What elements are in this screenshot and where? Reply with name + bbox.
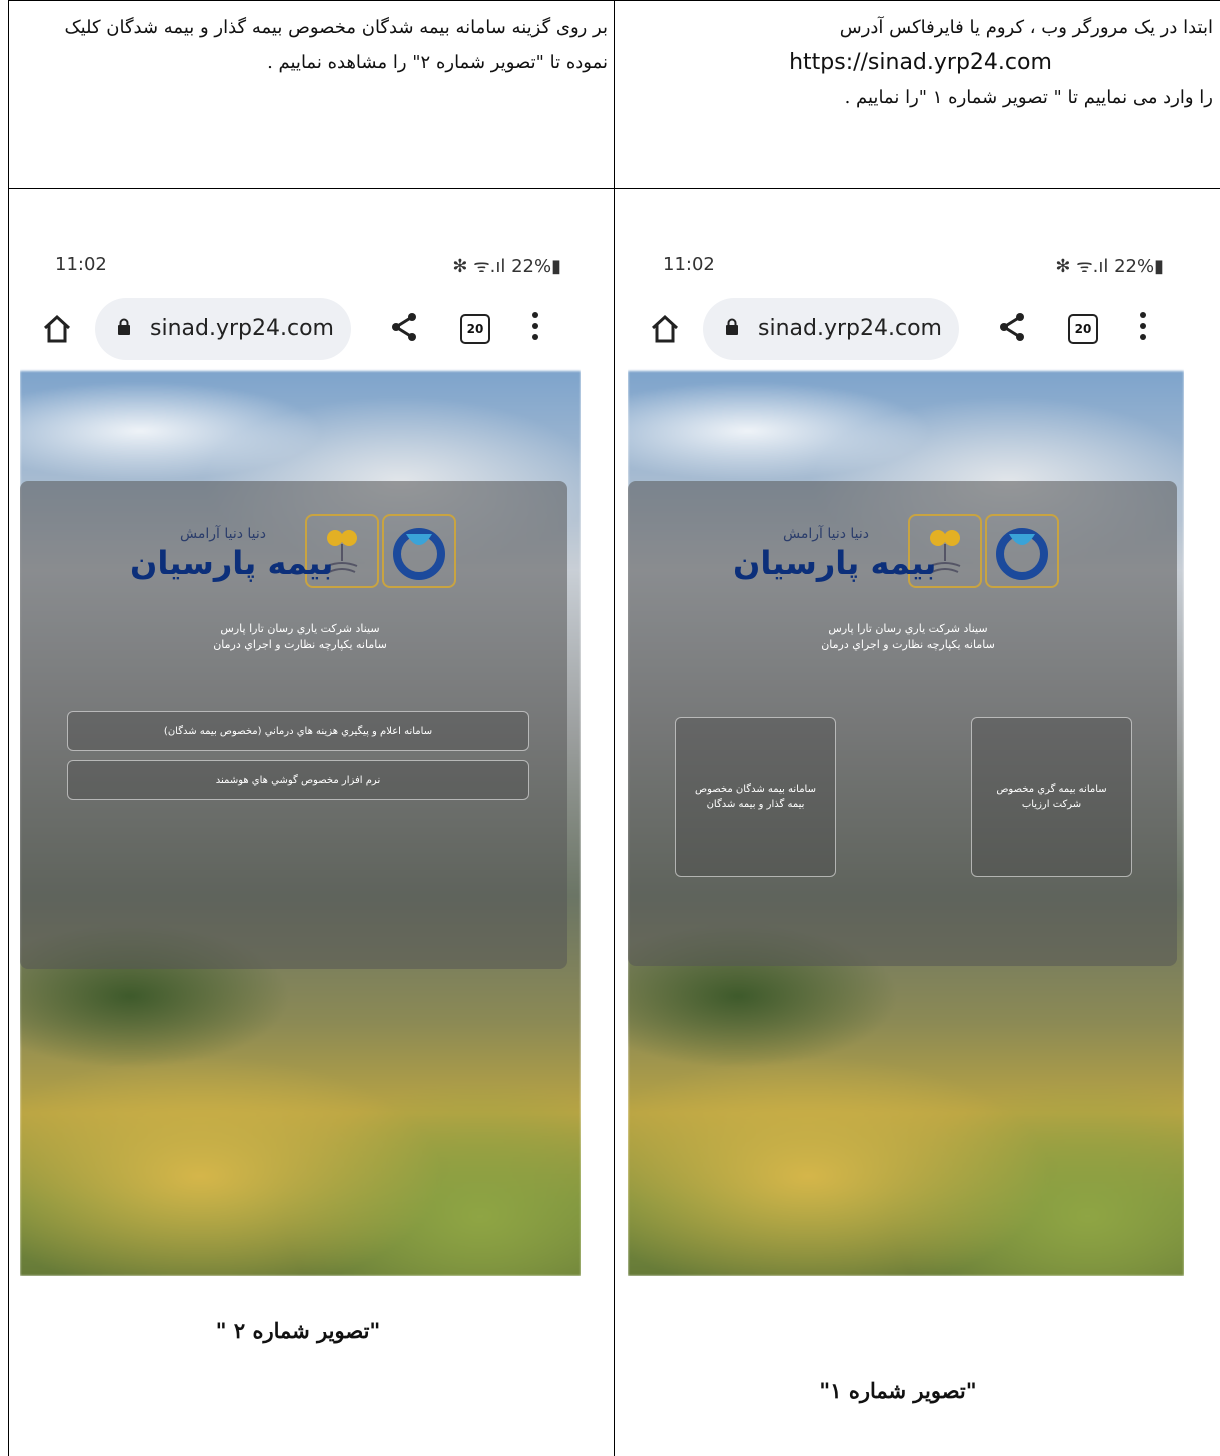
parsian-logo: دنیا دنیا آرامش بیمه پارسیان (733, 514, 1063, 594)
mobile-app-button[interactable]: نرم افزار مخصوص گوشي هاي هوشمند (67, 760, 529, 800)
address-text: sinad.yrp24.com (150, 316, 334, 341)
home-icon[interactable] (42, 314, 72, 344)
share-icon[interactable] (390, 312, 418, 342)
address-bar[interactable]: sinad.yrp24.com (703, 298, 959, 360)
instruction-table: بر روی گزینه سامانه بیمه شدگان مخصوص بیم… (8, 0, 1220, 1456)
instruction-right: ابتدا در یک مرورگر وب ، کروم یا فایرفاکس… (628, 10, 1213, 115)
more-menu-icon[interactable] (532, 312, 538, 345)
brand-name: بیمه پارسیان (130, 544, 334, 582)
parsian-logo: دنیا دنیا آرامش بیمه پارسیان (130, 514, 460, 594)
insurer-system-card[interactable]: سامانه بيمه گري مخصوص شركت ارزياب (971, 717, 1132, 877)
phone-screenshot-1: 11:02 ✻ ᯤ.ıl 22%▮ sinad.yrp24.com 20 دنی… (628, 236, 1184, 1276)
browser-toolbar: sinad.yrp24.com 20 (628, 298, 1184, 368)
status-time: 11:02 (55, 254, 107, 275)
site-description: سيناد شركت ياري رسان تارا پارس سامانه يك… (213, 622, 387, 651)
status-time: 11:02 (663, 254, 715, 275)
insured-system-card[interactable]: سامانه بیمه شدگان مخصوص بیمه گذار و بیمه… (675, 717, 836, 877)
status-bar: 11:02 ✻ ᯤ.ıl 22%▮ (628, 236, 1184, 296)
site-description: سيناد شركت ياري رسان تارا پارس سامانه يك… (821, 622, 995, 651)
lock-icon (726, 318, 738, 335)
tab-switcher-button[interactable]: 20 (460, 314, 490, 344)
address-bar[interactable]: sinad.yrp24.com (95, 298, 351, 360)
status-bar: 11:02 ✻ ᯤ.ıl 22%▮ (20, 236, 581, 296)
phone-screenshot-2: 11:02 ✻ ᯤ.ıl 22%▮ sinad.yrp24.com 20 دنی… (20, 236, 581, 1276)
caption-image-1: "تصویر شماره ۱" (819, 1378, 977, 1403)
status-icons: ✻ ᯤ.ıl 22%▮ (1055, 256, 1164, 277)
brand-slogan: دنیا دنیا آرامش (180, 526, 267, 542)
status-icons: ✻ ᯤ.ıl 22%▮ (452, 256, 561, 277)
address-text: sinad.yrp24.com (758, 316, 942, 341)
share-icon[interactable] (998, 312, 1026, 342)
home-icon[interactable] (650, 314, 680, 344)
lock-icon (118, 318, 130, 335)
sinad-url-text: https://sinad.yrp24.com (789, 50, 1052, 75)
brand-name: بیمه پارسیان (733, 544, 937, 582)
browser-toolbar: sinad.yrp24.com 20 (20, 298, 581, 368)
more-menu-icon[interactable] (1140, 312, 1146, 345)
logo-emblem-icon (382, 514, 456, 588)
brand-slogan: دنیا دنیا آرامش (783, 526, 870, 542)
tab-switcher-button[interactable]: 20 (1068, 314, 1098, 344)
logo-emblem-icon (985, 514, 1059, 588)
instruction-left: بر روی گزینه سامانه بیمه شدگان مخصوص بیم… (64, 17, 608, 73)
insured-claims-button[interactable]: سامانه اعلام و پيگيري هزينه هاي درماني (… (67, 711, 529, 751)
caption-image-2: "تصویر شماره ۲ " (215, 1318, 381, 1343)
